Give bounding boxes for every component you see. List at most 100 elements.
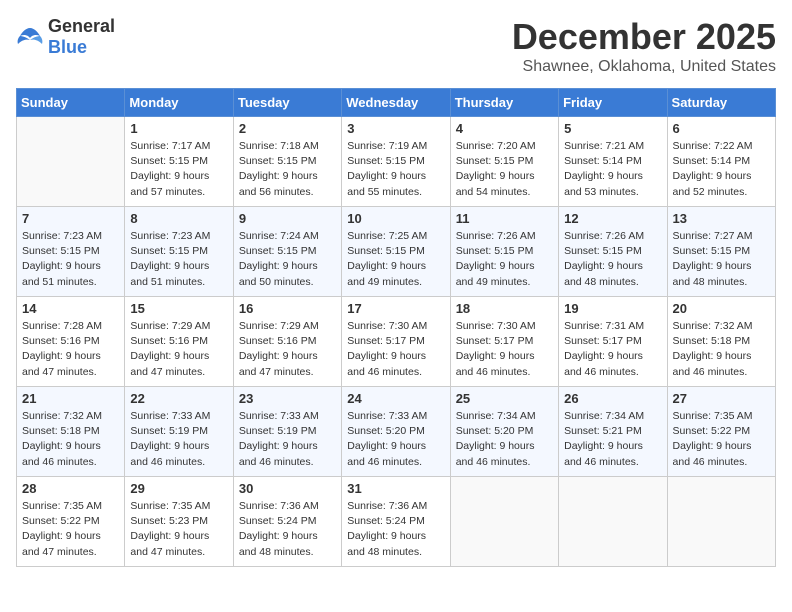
- sun-info: Sunrise: 7:30 AMSunset: 5:17 PMDaylight:…: [456, 319, 553, 380]
- day-number: 2: [239, 121, 336, 136]
- day-number: 10: [347, 211, 444, 226]
- sun-info: Sunrise: 7:27 AMSunset: 5:15 PMDaylight:…: [673, 229, 770, 290]
- day-number: 25: [456, 391, 553, 406]
- sun-info: Sunrise: 7:31 AMSunset: 5:17 PMDaylight:…: [564, 319, 661, 380]
- logo-bird-icon: [16, 26, 44, 48]
- weekday-header-sunday: Sunday: [17, 89, 125, 117]
- month-title: December 2025: [512, 16, 776, 58]
- calendar-cell: 28 Sunrise: 7:35 AMSunset: 5:22 PMDayligh…: [17, 477, 125, 567]
- calendar-cell: [559, 477, 667, 567]
- calendar-cell: 11 Sunrise: 7:26 AMSunset: 5:15 PMDayligh…: [450, 207, 558, 297]
- sun-info: Sunrise: 7:33 AMSunset: 5:19 PMDaylight:…: [239, 409, 336, 470]
- weekday-header-row: SundayMondayTuesdayWednesdayThursdayFrid…: [17, 89, 776, 117]
- sun-info: Sunrise: 7:19 AMSunset: 5:15 PMDaylight:…: [347, 139, 444, 200]
- calendar-cell: 21 Sunrise: 7:32 AMSunset: 5:18 PMDayligh…: [17, 387, 125, 477]
- calendar-cell: 3 Sunrise: 7:19 AMSunset: 5:15 PMDaylight…: [342, 117, 450, 207]
- weekday-header-thursday: Thursday: [450, 89, 558, 117]
- calendar-cell: 27 Sunrise: 7:35 AMSunset: 5:22 PMDayligh…: [667, 387, 775, 477]
- calendar-cell: 24Sunrise: 7:33 AMSunset: 5:20 PMDayligh…: [342, 387, 450, 477]
- location-title: Shawnee, Oklahoma, United States: [512, 58, 776, 76]
- day-number: 21: [22, 391, 119, 406]
- calendar-cell: [17, 117, 125, 207]
- day-number: 4: [456, 121, 553, 136]
- weekday-header-wednesday: Wednesday: [342, 89, 450, 117]
- sun-info: Sunrise: 7:26 AMSunset: 5:15 PMDaylight:…: [456, 229, 553, 290]
- calendar-cell: 13 Sunrise: 7:27 AMSunset: 5:15 PMDayligh…: [667, 207, 775, 297]
- day-number: 29: [130, 481, 227, 496]
- day-number: 20: [673, 301, 770, 316]
- day-number: 16: [239, 301, 336, 316]
- day-number: 8: [130, 211, 227, 226]
- sun-info: Sunrise: 7:25 AMSunset: 5:15 PMDaylight:…: [347, 229, 444, 290]
- day-number: 13: [673, 211, 770, 226]
- calendar-cell: 14Sunrise: 7:28 AMSunset: 5:16 PMDayligh…: [17, 297, 125, 387]
- calendar-cell: 9Sunrise: 7:24 AMSunset: 5:15 PMDaylight…: [233, 207, 341, 297]
- day-number: 28: [22, 481, 119, 496]
- day-number: 6: [673, 121, 770, 136]
- calendar-week-row: 14Sunrise: 7:28 AMSunset: 5:16 PMDayligh…: [17, 297, 776, 387]
- day-number: 3: [347, 121, 444, 136]
- calendar-week-row: 7 Sunrise: 7:23 AMSunset: 5:15 PMDaylight…: [17, 207, 776, 297]
- sun-info: Sunrise: 7:23 AMSunset: 5:15 PMDaylight:…: [130, 229, 227, 290]
- sun-info: Sunrise: 7:29 AMSunset: 5:16 PMDaylight:…: [239, 319, 336, 380]
- day-number: 24: [347, 391, 444, 406]
- calendar-cell: 17Sunrise: 7:30 AMSunset: 5:17 PMDayligh…: [342, 297, 450, 387]
- day-number: 7: [22, 211, 119, 226]
- sun-info: Sunrise: 7:22 AMSunset: 5:14 PMDaylight:…: [673, 139, 770, 200]
- calendar-cell: 5 Sunrise: 7:21 AMSunset: 5:14 PMDaylight…: [559, 117, 667, 207]
- day-number: 26: [564, 391, 661, 406]
- calendar-cell: 4Sunrise: 7:20 AMSunset: 5:15 PMDaylight…: [450, 117, 558, 207]
- sun-info: Sunrise: 7:28 AMSunset: 5:16 PMDaylight:…: [22, 319, 119, 380]
- calendar-week-row: 21 Sunrise: 7:32 AMSunset: 5:18 PMDayligh…: [17, 387, 776, 477]
- sun-info: Sunrise: 7:30 AMSunset: 5:17 PMDaylight:…: [347, 319, 444, 380]
- day-number: 31: [347, 481, 444, 496]
- sun-info: Sunrise: 7:35 AMSunset: 5:22 PMDaylight:…: [22, 499, 119, 560]
- calendar-week-row: 1Sunrise: 7:17 AMSunset: 5:15 PMDaylight…: [17, 117, 776, 207]
- logo: General Blue: [16, 16, 115, 58]
- logo-blue: Blue: [48, 37, 87, 57]
- sun-info: Sunrise: 7:35 AMSunset: 5:22 PMDaylight:…: [673, 409, 770, 470]
- weekday-header-saturday: Saturday: [667, 89, 775, 117]
- day-number: 5: [564, 121, 661, 136]
- calendar-cell: 10 Sunrise: 7:25 AMSunset: 5:15 PMDayligh…: [342, 207, 450, 297]
- calendar-cell: 7 Sunrise: 7:23 AMSunset: 5:15 PMDaylight…: [17, 207, 125, 297]
- calendar-cell: 31Sunrise: 7:36 AMSunset: 5:24 PMDayligh…: [342, 477, 450, 567]
- calendar-cell: 26 Sunrise: 7:34 AMSunset: 5:21 PMDayligh…: [559, 387, 667, 477]
- sun-info: Sunrise: 7:32 AMSunset: 5:18 PMDaylight:…: [22, 409, 119, 470]
- calendar-cell: 20Sunrise: 7:32 AMSunset: 5:18 PMDayligh…: [667, 297, 775, 387]
- weekday-header-monday: Monday: [125, 89, 233, 117]
- day-number: 1: [130, 121, 227, 136]
- day-number: 30: [239, 481, 336, 496]
- day-number: 15: [130, 301, 227, 316]
- day-number: 23: [239, 391, 336, 406]
- sun-info: Sunrise: 7:34 AMSunset: 5:20 PMDaylight:…: [456, 409, 553, 470]
- calendar-cell: [450, 477, 558, 567]
- calendar-cell: 16 Sunrise: 7:29 AMSunset: 5:16 PMDayligh…: [233, 297, 341, 387]
- day-number: 22: [130, 391, 227, 406]
- sun-info: Sunrise: 7:34 AMSunset: 5:21 PMDaylight:…: [564, 409, 661, 470]
- sun-info: Sunrise: 7:33 AMSunset: 5:19 PMDaylight:…: [130, 409, 227, 470]
- logo-general: General: [48, 16, 115, 36]
- calendar-cell: 19 Sunrise: 7:31 AMSunset: 5:17 PMDayligh…: [559, 297, 667, 387]
- calendar-table: SundayMondayTuesdayWednesdayThursdayFrid…: [16, 88, 776, 567]
- day-number: 11: [456, 211, 553, 226]
- calendar-cell: 15 Sunrise: 7:29 AMSunset: 5:16 PMDayligh…: [125, 297, 233, 387]
- sun-info: Sunrise: 7:24 AMSunset: 5:15 PMDaylight:…: [239, 229, 336, 290]
- calendar-cell: 18Sunrise: 7:30 AMSunset: 5:17 PMDayligh…: [450, 297, 558, 387]
- sun-info: Sunrise: 7:35 AMSunset: 5:23 PMDaylight:…: [130, 499, 227, 560]
- day-number: 19: [564, 301, 661, 316]
- calendar-week-row: 28 Sunrise: 7:35 AMSunset: 5:22 PMDayligh…: [17, 477, 776, 567]
- sun-info: Sunrise: 7:29 AMSunset: 5:16 PMDaylight:…: [130, 319, 227, 380]
- weekday-header-tuesday: Tuesday: [233, 89, 341, 117]
- sun-info: Sunrise: 7:18 AMSunset: 5:15 PMDaylight:…: [239, 139, 336, 200]
- calendar-cell: 1Sunrise: 7:17 AMSunset: 5:15 PMDaylight…: [125, 117, 233, 207]
- calendar-cell: 22 Sunrise: 7:33 AMSunset: 5:19 PMDayligh…: [125, 387, 233, 477]
- day-number: 27: [673, 391, 770, 406]
- calendar-cell: 2 Sunrise: 7:18 AMSunset: 5:15 PMDaylight…: [233, 117, 341, 207]
- calendar-cell: [667, 477, 775, 567]
- calendar-cell: 23 Sunrise: 7:33 AMSunset: 5:19 PMDayligh…: [233, 387, 341, 477]
- calendar-cell: 30Sunrise: 7:36 AMSunset: 5:24 PMDayligh…: [233, 477, 341, 567]
- sun-info: Sunrise: 7:23 AMSunset: 5:15 PMDaylight:…: [22, 229, 119, 290]
- title-area: December 2025 Shawnee, Oklahoma, United …: [512, 16, 776, 76]
- sun-info: Sunrise: 7:21 AMSunset: 5:14 PMDaylight:…: [564, 139, 661, 200]
